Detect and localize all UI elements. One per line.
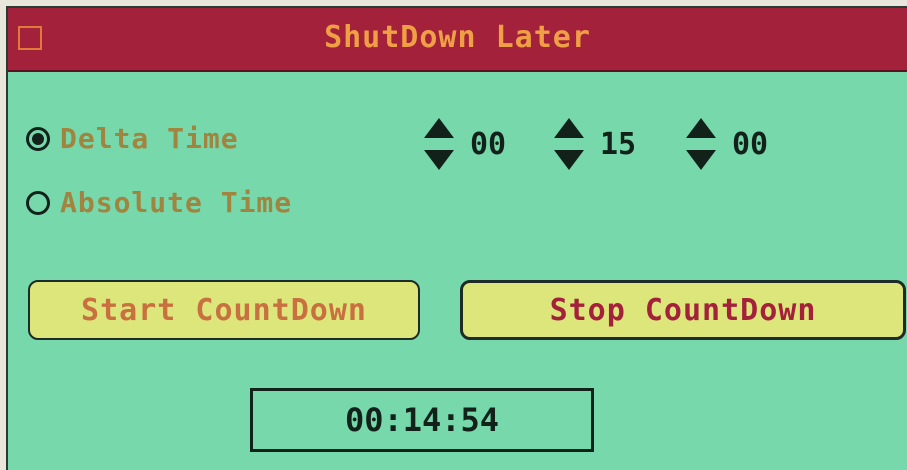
radio-delta-time[interactable]: Delta Time [26, 122, 239, 155]
hours-stepper-arrows-icon[interactable] [422, 116, 456, 172]
stop-countdown-button[interactable]: Stop CountDown [460, 280, 906, 340]
radio-unselected-icon[interactable] [26, 190, 50, 215]
radio-selected-icon[interactable] [26, 126, 50, 151]
seconds-field: 00 [684, 116, 768, 172]
countdown-display: 00:14:54 [250, 388, 594, 452]
radio-absolute-time[interactable]: Absolute Time [26, 186, 292, 219]
radio-label-absolute-time: Absolute Time [60, 186, 293, 219]
minutes-field: 15 [552, 116, 636, 172]
seconds-stepper-arrows-icon[interactable] [684, 116, 718, 172]
hours-value[interactable]: 00 [470, 127, 506, 162]
seconds-value[interactable]: 00 [732, 127, 768, 162]
title-bar[interactable]: ShutDown Later [8, 8, 907, 72]
start-countdown-button[interactable]: Start CountDown [28, 280, 420, 340]
minutes-stepper-arrows-icon[interactable] [552, 116, 586, 172]
shutdown-later-window: ShutDown Later Delta Time Absolute Time … [6, 6, 907, 470]
hours-field: 00 [422, 116, 506, 172]
radio-label-delta-time: Delta Time [60, 122, 239, 155]
minutes-value[interactable]: 15 [600, 127, 636, 162]
window-title: ShutDown Later [324, 20, 591, 55]
